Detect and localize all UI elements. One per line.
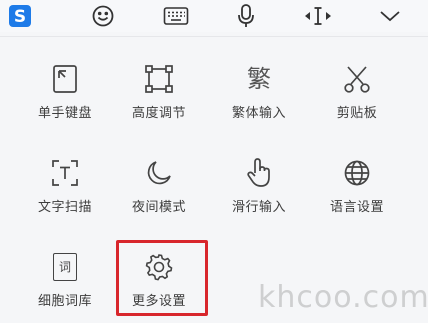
menu-item-label: 高度调节 (131, 105, 186, 120)
emoji-icon[interactable] (83, 0, 123, 32)
menu-item-label: 单手键盘 (37, 105, 92, 120)
menu-item-language-settings[interactable]: 语言设置 (312, 131, 402, 215)
svg-text:S: S (14, 7, 26, 27)
clipboard-scissors-icon (340, 63, 374, 95)
menu-item-cell-dictionary[interactable]: 词 细胞词库 (20, 225, 110, 309)
menu-item-one-hand-keyboard[interactable]: 单手键盘 (20, 37, 110, 121)
swipe-input-icon (242, 157, 276, 189)
keyboard-toolbar: S (0, 0, 428, 32)
cell-dictionary-icon: 词 (48, 251, 82, 283)
menu-item-label: 文字扫描 (37, 199, 92, 214)
sogou-logo-icon[interactable]: S (0, 0, 40, 32)
one-hand-keyboard-icon (48, 63, 82, 95)
keyboard-icon[interactable] (156, 0, 196, 32)
menu-item-traditional-input[interactable]: 繁 繁体输入 (214, 37, 304, 121)
menu-item-text-scan[interactable]: 文字扫描 (20, 131, 110, 215)
menu-item-night-mode[interactable]: 夜间模式 (114, 131, 204, 215)
collapse-chevron-icon[interactable] (370, 0, 410, 32)
menu-item-height-adjust[interactable]: 高度调节 (114, 37, 204, 121)
menu-item-clipboard[interactable]: 剪贴板 (312, 37, 402, 121)
height-adjust-icon (142, 63, 176, 95)
watermark-text: khcoo.com (258, 280, 428, 315)
menu-item-label: 剪贴板 (336, 105, 378, 120)
moon-icon (142, 157, 176, 189)
text-scan-icon (48, 157, 82, 189)
menu-item-label: 滑行输入 (231, 199, 286, 214)
menu-item-swipe-input[interactable]: 滑行输入 (214, 131, 304, 215)
menu-item-label: 繁体输入 (231, 105, 286, 120)
menu-item-label: 夜间模式 (131, 199, 186, 214)
microphone-icon[interactable] (226, 0, 266, 32)
cursor-move-icon[interactable] (298, 0, 338, 32)
more-settings-highlight-box (116, 240, 208, 316)
menu-item-label: 细胞词库 (37, 293, 92, 308)
menu-item-label: 语言设置 (329, 199, 384, 214)
globe-icon (340, 157, 374, 189)
traditional-chinese-icon: 繁 (247, 65, 271, 93)
